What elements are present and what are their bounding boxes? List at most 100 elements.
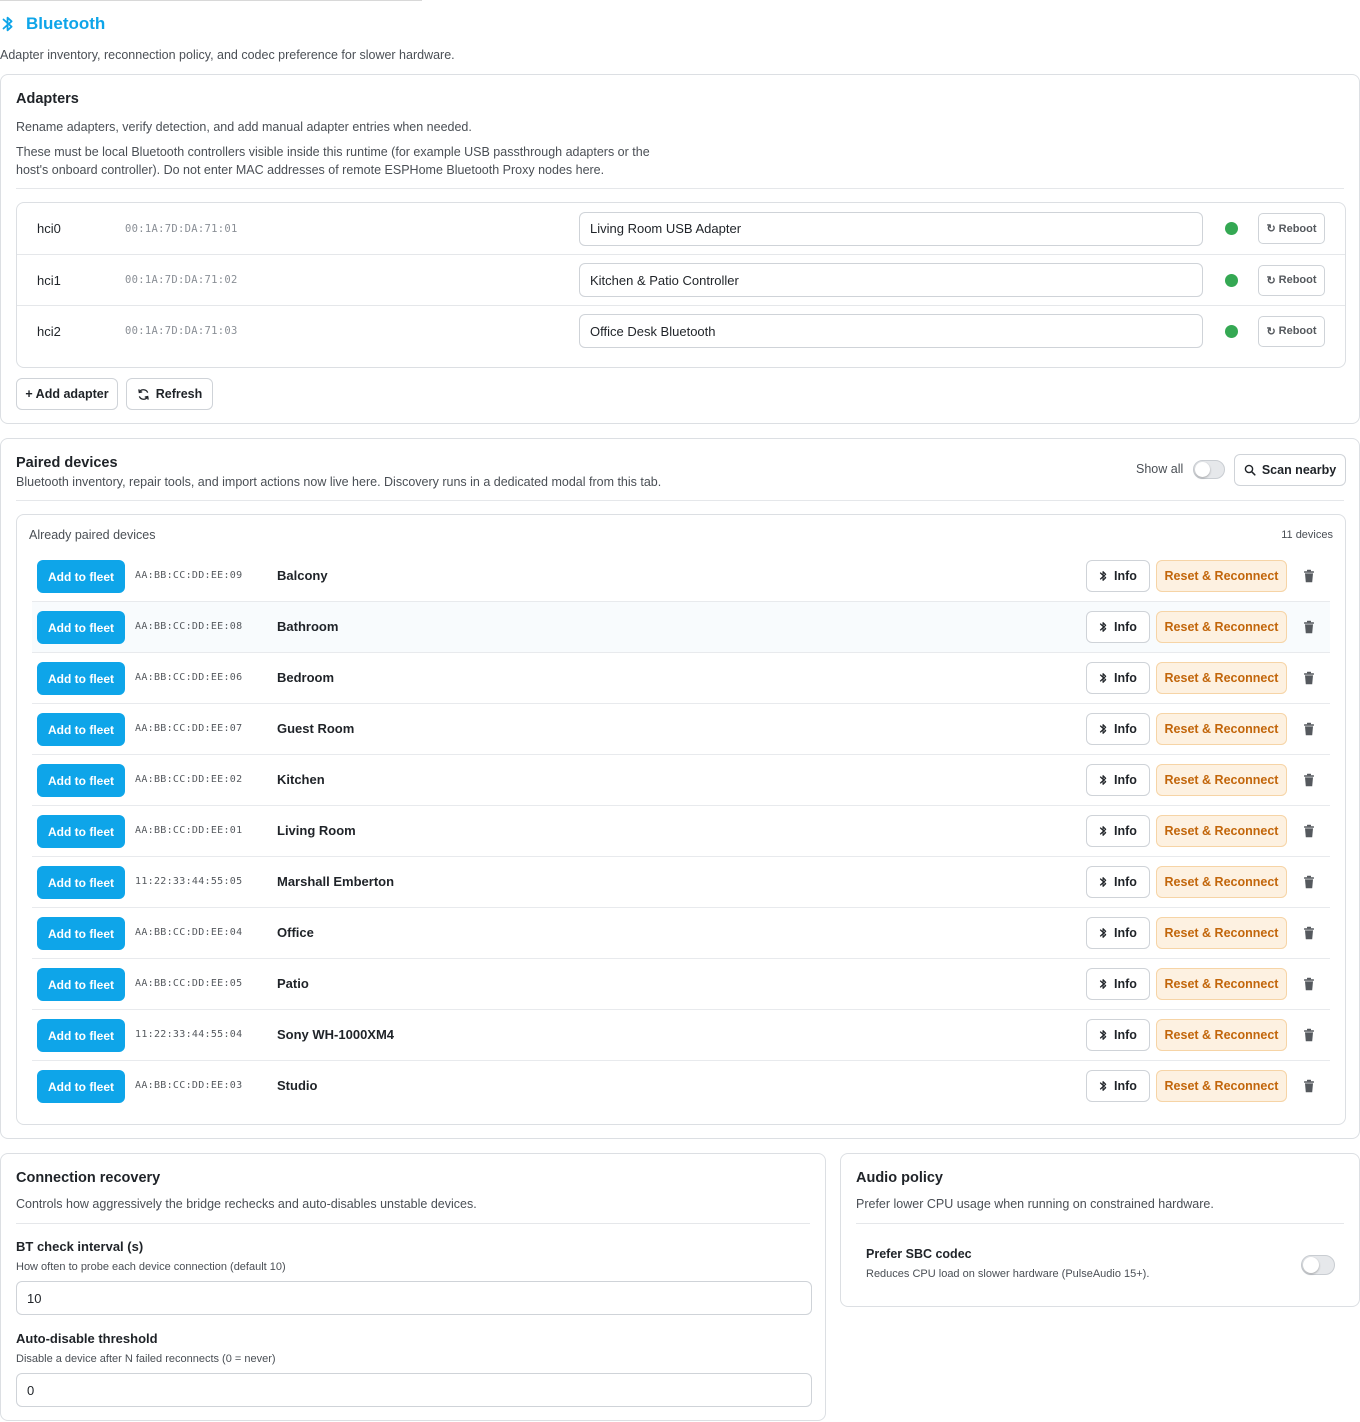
reboot-button[interactable]: ↻ Reboot — [1258, 315, 1325, 347]
trash-icon[interactable] — [1302, 1079, 1316, 1093]
page-subtitle: Adapter inventory, reconnection policy, … — [0, 48, 455, 62]
device-row: Add to fleet AA:BB:CC:DD:EE:04 Office Info R… — [32, 908, 1330, 959]
reset-reconnect-button[interactable]: Reset & Reconnect — [1156, 866, 1287, 898]
reset-reconnect-button[interactable]: Reset & Reconnect — [1156, 815, 1287, 847]
trash-icon[interactable] — [1302, 1028, 1316, 1042]
info-button[interactable]: Info — [1086, 866, 1150, 898]
auto-disable-input[interactable] — [16, 1373, 812, 1407]
check-interval-input[interactable] — [16, 1281, 812, 1315]
audio-policy-card: Audio policy Prefer lower CPU usage when… — [840, 1153, 1360, 1307]
top-rule — [0, 0, 422, 1]
bluetooth-icon — [1099, 928, 1107, 938]
device-row: Add to fleet AA:BB:CC:DD:EE:02 Kitchen Info… — [32, 755, 1330, 806]
info-label: Info — [1114, 773, 1137, 787]
info-button[interactable]: Info — [1086, 764, 1150, 796]
add-to-fleet-button[interactable]: Add to fleet — [37, 611, 125, 644]
trash-icon[interactable] — [1302, 569, 1316, 583]
bluetooth-icon — [1099, 979, 1107, 989]
add-to-fleet-button[interactable]: Add to fleet — [37, 917, 125, 950]
device-mac: 11:22:33:44:55:05 — [135, 876, 243, 887]
scan-nearby-button[interactable]: Scan nearby — [1234, 454, 1346, 486]
auto-disable-label: Auto-disable threshold — [16, 1331, 158, 1346]
reset-reconnect-button[interactable]: Reset & Reconnect — [1156, 662, 1287, 694]
add-to-fleet-button[interactable]: Add to fleet — [37, 662, 125, 695]
show-all-toggle[interactable] — [1193, 460, 1225, 479]
bluetooth-icon — [1099, 826, 1107, 836]
adapters-card: Adapters Rename adapters, verify detecti… — [0, 74, 1360, 424]
adapter-name-input[interactable] — [579, 314, 1203, 348]
add-to-fleet-button[interactable]: Add to fleet — [37, 866, 125, 899]
add-adapter-button[interactable]: + Add adapter — [16, 378, 118, 410]
bluetooth-icon — [2, 16, 13, 32]
trash-icon[interactable] — [1302, 671, 1316, 685]
info-button[interactable]: Info — [1086, 1070, 1150, 1102]
add-to-fleet-button[interactable]: Add to fleet — [37, 560, 125, 593]
bluetooth-icon — [1099, 622, 1107, 632]
info-label: Info — [1114, 875, 1137, 889]
refresh-icon — [137, 388, 149, 400]
trash-icon[interactable] — [1302, 875, 1316, 889]
info-label: Info — [1114, 722, 1137, 736]
info-button[interactable]: Info — [1086, 611, 1150, 643]
trash-icon[interactable] — [1302, 773, 1316, 787]
adapter-id: hci0 — [37, 221, 61, 236]
adapter-name-input[interactable] — [579, 263, 1203, 297]
reset-reconnect-button[interactable]: Reset & Reconnect — [1156, 1019, 1287, 1051]
add-to-fleet-button[interactable]: Add to fleet — [37, 1070, 125, 1103]
adapter-status-dot — [1225, 324, 1238, 338]
device-name: Kitchen — [277, 772, 325, 787]
device-list: Already paired devices 11 devices Add to… — [16, 514, 1346, 1125]
info-button[interactable]: Info — [1086, 917, 1150, 949]
adapter-status-dot — [1225, 222, 1238, 235]
device-name: Sony WH-1000XM4 — [277, 1027, 395, 1042]
auto-disable-hint: Disable a device after N failed reconnec… — [16, 1353, 276, 1365]
adapter-id: hci2 — [37, 323, 61, 339]
reboot-button[interactable]: ↻ Reboot — [1258, 213, 1325, 244]
info-button[interactable]: Info — [1086, 968, 1150, 1000]
adapter-name-input[interactable] — [579, 211, 1203, 246]
reset-reconnect-button[interactable]: Reset & Reconnect — [1156, 968, 1287, 1000]
info-button[interactable]: Info — [1086, 662, 1150, 694]
reboot-button[interactable]: ↻ Reboot — [1258, 264, 1325, 296]
reset-reconnect-button[interactable]: Reset & Reconnect — [1156, 560, 1287, 592]
refresh-button[interactable]: Refresh — [126, 378, 213, 410]
adapter-mac: 00:1A:7D:DA:71:03 — [125, 325, 238, 337]
device-row: Add to fleet AA:BB:CC:DD:EE:09 Balcony Info… — [32, 551, 1330, 602]
info-label: Info — [1114, 977, 1137, 991]
trash-icon[interactable] — [1302, 926, 1316, 940]
info-button[interactable]: Info — [1086, 713, 1150, 745]
device-mac: AA:BB:CC:DD:EE:08 — [135, 621, 243, 632]
trash-icon[interactable] — [1302, 824, 1316, 838]
info-label: Info — [1114, 1079, 1137, 1093]
bluetooth-icon — [1099, 775, 1107, 785]
info-button[interactable]: Info — [1086, 560, 1150, 592]
info-button[interactable]: Info — [1086, 1019, 1150, 1051]
device-mac: AA:BB:CC:DD:EE:02 — [135, 774, 243, 785]
show-all-label: Show all — [1136, 462, 1184, 476]
trash-icon[interactable] — [1302, 620, 1316, 634]
audio-title: Audio policy — [856, 1170, 943, 1186]
add-to-fleet-button[interactable]: Add to fleet — [37, 968, 125, 1001]
trash-icon[interactable] — [1302, 722, 1316, 736]
reboot-label: Reboot — [1278, 222, 1317, 235]
add-to-fleet-button[interactable]: Add to fleet — [37, 815, 125, 848]
reset-reconnect-button[interactable]: Reset & Reconnect — [1156, 764, 1287, 796]
info-button[interactable]: Info — [1086, 815, 1150, 847]
trash-icon[interactable] — [1302, 977, 1316, 991]
device-name: Office — [277, 925, 314, 940]
page-title: Bluetooth — [0, 14, 455, 34]
device-mac: AA:BB:CC:DD:EE:05 — [135, 978, 243, 989]
add-to-fleet-button[interactable]: Add to fleet — [37, 713, 125, 746]
reset-reconnect-button[interactable]: Reset & Reconnect — [1156, 713, 1287, 745]
prefer-sbc-toggle[interactable] — [1301, 1255, 1335, 1275]
reset-reconnect-button[interactable]: Reset & Reconnect — [1156, 917, 1287, 949]
recovery-title: Connection recovery — [16, 1170, 161, 1186]
add-to-fleet-button[interactable]: Add to fleet — [37, 1019, 125, 1052]
add-to-fleet-button[interactable]: Add to fleet — [37, 764, 125, 797]
reset-reconnect-button[interactable]: Reset & Reconnect — [1156, 1070, 1287, 1102]
adapter-row: hci1 00:1A:7D:DA:71:02 ↻Reboot — [17, 254, 1345, 305]
reset-reconnect-button[interactable]: Reset & Reconnect — [1156, 611, 1287, 643]
page-header: Bluetooth Adapter inventory, reconnectio… — [0, 14, 455, 62]
bluetooth-icon — [1099, 571, 1107, 581]
device-mac: 11:22:33:44:55:04 — [135, 1029, 243, 1040]
